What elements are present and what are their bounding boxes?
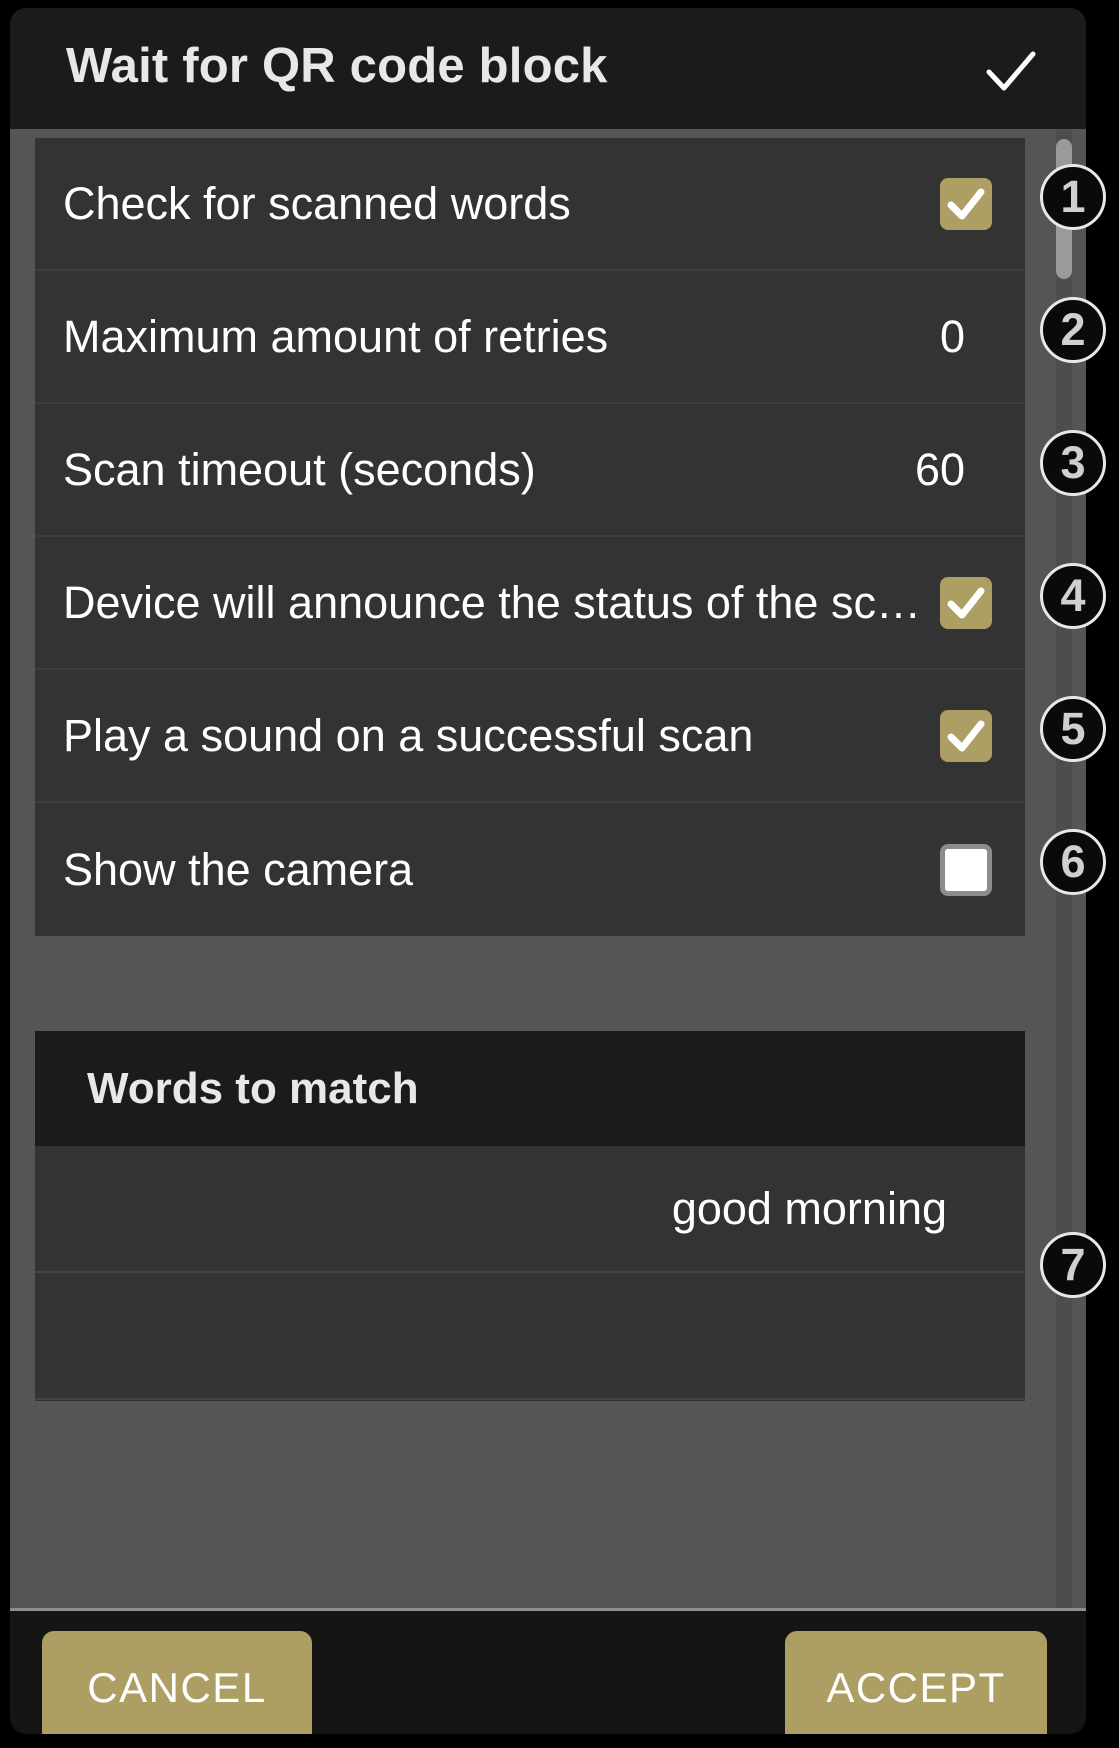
word-row[interactable] [35, 1273, 1025, 1400]
dialog-titlebar: Wait for QR code block [10, 8, 1086, 129]
settings-row[interactable]: Maximum amount of retries 0 [35, 271, 1025, 404]
settings-row-label: Check for scanned words [63, 177, 571, 229]
scrollbar-track[interactable] [1056, 129, 1072, 1729]
settings-row[interactable]: Check for scanned words [35, 138, 1025, 271]
dialog-title: Wait for QR code block [66, 39, 608, 93]
dialog-body: Check for scanned words Maximum amount of… [10, 129, 1086, 1729]
checkmark-icon [947, 188, 985, 219]
words-to-match-header: Words to match [35, 1031, 1025, 1146]
annotation-badge-5: 5 [1040, 695, 1106, 762]
settings-row-label: Maximum amount of retries [63, 310, 609, 362]
checkmark-icon [947, 587, 985, 618]
accept-button[interactable]: ACCEPT [785, 1631, 1047, 1734]
checkbox-checked[interactable] [940, 709, 992, 762]
word-text: good morning [671, 1182, 947, 1234]
annotation-badge-7: 7 [1040, 1232, 1106, 1298]
settings-row-value: 0 [939, 310, 965, 362]
settings-row[interactable]: Scan timeout (seconds) 60 [35, 404, 1025, 537]
words-to-match-panel: Words to match good morning [35, 1031, 1025, 1401]
check-icon[interactable] [985, 46, 1037, 98]
settings-row[interactable]: Play a sound on a successful scan [35, 670, 1025, 803]
settings-row-label: Device will announce the status of the s… [63, 576, 921, 628]
dialog-footer: CANCEL ACCEPT [10, 1608, 1086, 1734]
settings-row-label: Scan timeout (seconds) [63, 443, 536, 495]
annotation-badge-2: 2 [1040, 296, 1106, 363]
settings-row[interactable]: Device will announce the status of the s… [35, 537, 1025, 670]
cancel-button[interactable]: CANCEL [42, 1631, 312, 1734]
settings-list: Check for scanned words Maximum amount of… [35, 138, 1025, 936]
settings-row-label: Play a sound on a successful scan [63, 709, 754, 761]
annotation-badge-6: 6 [1040, 828, 1106, 895]
word-row[interactable]: good morning [35, 1146, 1025, 1273]
settings-row-value: 60 [914, 443, 965, 495]
annotation-badge-3: 3 [1040, 429, 1106, 496]
checkbox-checked[interactable] [940, 576, 992, 629]
checkbox-unchecked[interactable] [940, 843, 992, 896]
words-to-match-header-label: Words to match [87, 1063, 419, 1113]
annotation-badge-1: 1 [1040, 163, 1106, 230]
wait-for-qr-code-block-dialog: Wait for QR code block Check for scanned… [10, 8, 1086, 1734]
annotation-badge-4: 4 [1040, 562, 1106, 629]
checkmark-icon [947, 720, 985, 751]
settings-row[interactable]: Show the camera [35, 803, 1025, 936]
checkbox-checked[interactable] [940, 177, 992, 230]
settings-row-label: Show the camera [63, 843, 414, 895]
